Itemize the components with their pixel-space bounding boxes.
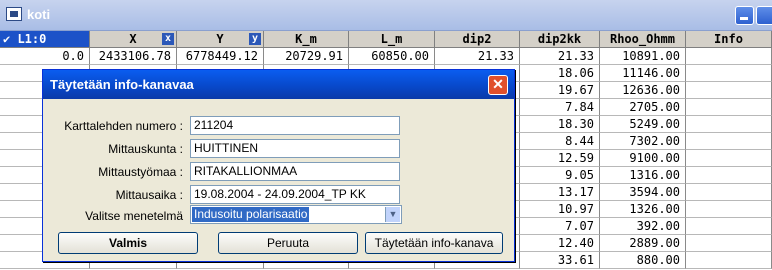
- table-cell[interactable]: 12.40: [520, 235, 600, 252]
- table-cell[interactable]: 11146.00: [600, 65, 686, 82]
- table-cell[interactable]: 2889.00: [600, 235, 686, 252]
- table-cell[interactable]: [686, 133, 772, 150]
- row-header-cell[interactable]: 0.0: [0, 48, 90, 65]
- table-cell[interactable]: [686, 48, 772, 65]
- table-cell[interactable]: [686, 65, 772, 82]
- site-label: Mittaustyömaa :: [98, 165, 183, 179]
- municipality-input[interactable]: HUITTINEN: [190, 139, 400, 158]
- table-cell[interactable]: [686, 201, 772, 218]
- table-cell[interactable]: [686, 82, 772, 99]
- table-cell[interactable]: 2705.00: [600, 99, 686, 116]
- table-cell[interactable]: 21.33: [520, 48, 600, 65]
- table-cell[interactable]: [686, 184, 772, 201]
- column-header-k-m[interactable]: K_m: [264, 31, 349, 48]
- table-cell[interactable]: [686, 167, 772, 184]
- table-cell[interactable]: 8.44: [520, 133, 600, 150]
- table-cell[interactable]: 2433106.78: [90, 48, 177, 65]
- window-titlebar: koti: [0, 0, 772, 31]
- table-cell[interactable]: 18.30: [520, 116, 600, 133]
- table-cell[interactable]: [686, 252, 772, 269]
- table-cell[interactable]: [686, 235, 772, 252]
- table-cell[interactable]: 880.00: [600, 252, 686, 269]
- table-cell[interactable]: 12636.00: [600, 82, 686, 99]
- method-label: Valitse menetelmä: [85, 209, 183, 223]
- column-header-dip2[interactable]: dip2: [435, 31, 520, 48]
- table-cell[interactable]: 9100.00: [600, 150, 686, 167]
- table-cell[interactable]: [686, 99, 772, 116]
- minimize-button[interactable]: [735, 6, 754, 25]
- table-cell[interactable]: 18.06: [520, 65, 600, 82]
- column-header-rhoo-ohmm[interactable]: Rhoo_Ohmm: [600, 31, 686, 48]
- table-cell[interactable]: 19.67: [520, 82, 600, 99]
- table-cell[interactable]: [686, 218, 772, 235]
- table-cell[interactable]: 21.33: [435, 48, 520, 65]
- column-header-label: Y: [216, 32, 224, 46]
- table-cell[interactable]: [686, 150, 772, 167]
- table-cell[interactable]: 1316.00: [600, 167, 686, 184]
- maximize-button[interactable]: [756, 6, 772, 25]
- table-cell[interactable]: 33.61: [520, 252, 600, 269]
- dialog-titlebar: Täytetään info-kanavaa ✕: [43, 70, 514, 99]
- table-cell[interactable]: 1326.00: [600, 201, 686, 218]
- table-cell[interactable]: 60850.00: [349, 48, 435, 65]
- column-mark-x: x: [162, 33, 174, 45]
- column-mark-y: y: [249, 33, 261, 45]
- app-icon[interactable]: [6, 7, 22, 21]
- table-cell[interactable]: 10891.00: [600, 48, 686, 65]
- row-selector-header[interactable]: ✔ L1:0: [0, 31, 90, 48]
- fill-info-channel-button[interactable]: Täytetään info-kanava: [365, 232, 503, 254]
- done-button[interactable]: Valmis: [58, 232, 198, 254]
- table-cell[interactable]: 20729.91: [264, 48, 349, 65]
- table-cell[interactable]: 7.07: [520, 218, 600, 235]
- column-header-label: X: [129, 32, 137, 46]
- chevron-down-icon[interactable]: ▼: [385, 207, 400, 222]
- window-title: koti: [27, 7, 51, 22]
- cancel-button[interactable]: Peruuta: [218, 232, 358, 254]
- column-header-y[interactable]: Y y: [177, 31, 264, 48]
- table-cell[interactable]: 6778449.12: [177, 48, 264, 65]
- close-icon[interactable]: ✕: [488, 75, 508, 95]
- table-cell[interactable]: 10.97: [520, 201, 600, 218]
- column-header-info[interactable]: Info: [686, 31, 772, 48]
- column-header-dip2kk[interactable]: dip2kk: [520, 31, 600, 48]
- method-selected-value: Indusoitu polarisaatio: [192, 207, 310, 222]
- table-cell[interactable]: 13.17: [520, 184, 600, 201]
- table-cell[interactable]: [686, 116, 772, 133]
- dialog-title: Täytetään info-kanavaa: [50, 77, 194, 92]
- table-cell[interactable]: 7.84: [520, 99, 600, 116]
- table-cell[interactable]: 7302.00: [600, 133, 686, 150]
- measurement-time-input[interactable]: 19.08.2004 - 24.09.2004_TP KK: [190, 185, 400, 204]
- table-cell[interactable]: 3594.00: [600, 184, 686, 201]
- site-input[interactable]: RITAKALLIONMAA: [190, 162, 400, 181]
- map-sheet-input[interactable]: 211204: [190, 116, 400, 135]
- method-select[interactable]: Indusoitu polarisaatio ▼: [190, 205, 402, 224]
- table-cell[interactable]: 392.00: [600, 218, 686, 235]
- table-cell[interactable]: 5249.00: [600, 116, 686, 133]
- map-sheet-label: Karttalehden numero :: [64, 119, 183, 133]
- info-channel-dialog: Täytetään info-kanavaa ✕ Karttalehden nu…: [42, 69, 515, 262]
- column-header-l-m[interactable]: L_m: [349, 31, 435, 48]
- measurement-time-label: Mittausaika :: [115, 188, 183, 202]
- table-cell[interactable]: 9.05: [520, 167, 600, 184]
- column-header-x[interactable]: X x: [90, 31, 177, 48]
- table-cell[interactable]: 12.59: [520, 150, 600, 167]
- municipality-label: Mittauskunta :: [108, 142, 183, 156]
